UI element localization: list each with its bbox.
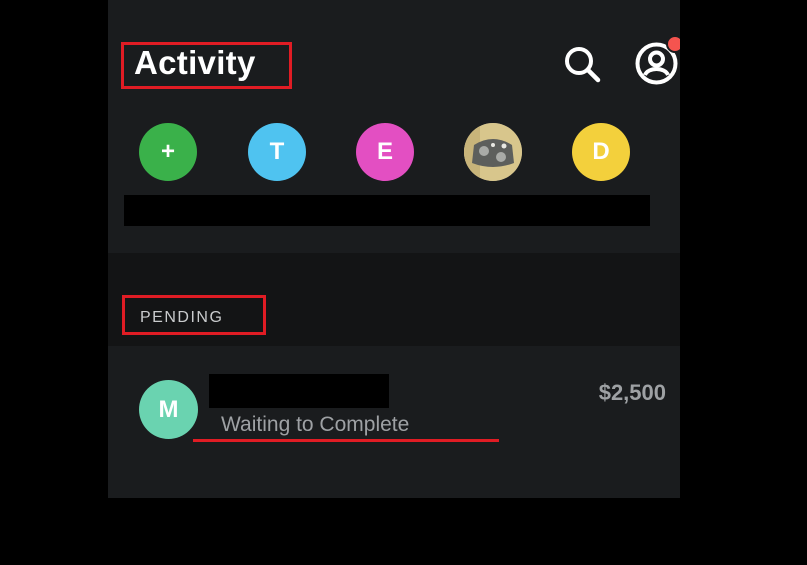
transaction-status: Waiting to Complete: [221, 413, 410, 436]
transaction-amount: $2,500: [598, 380, 666, 405]
annotation-box-pending: [122, 295, 266, 335]
recent-contacts: + T E D: [108, 123, 680, 183]
contact-avatar-t[interactable]: T: [248, 123, 306, 181]
search-icon: [565, 47, 601, 83]
add-contact-button[interactable]: +: [139, 123, 197, 181]
plus-icon: +: [160, 138, 175, 165]
redacted-contact-names: [124, 195, 650, 226]
controller-photo-icon: [464, 123, 522, 181]
activity-screen: Activity + T E D PENDING M Waiting to Co…: [108, 0, 680, 498]
search-button[interactable]: [560, 42, 604, 86]
redacted-recipient-name: [209, 374, 389, 408]
annotation-box-title: [121, 42, 292, 89]
avatar: M: [139, 380, 198, 439]
contact-avatar-photo[interactable]: [464, 123, 522, 181]
notification-badge: [666, 35, 680, 53]
contact-avatar-d[interactable]: D: [572, 123, 630, 181]
activity-header: Activity + T E D: [108, 0, 680, 253]
annotation-underline: [193, 439, 499, 442]
contact-avatar-e[interactable]: E: [356, 123, 414, 181]
pending-transaction-row[interactable]: M Waiting to Complete $2,500: [108, 346, 680, 498]
